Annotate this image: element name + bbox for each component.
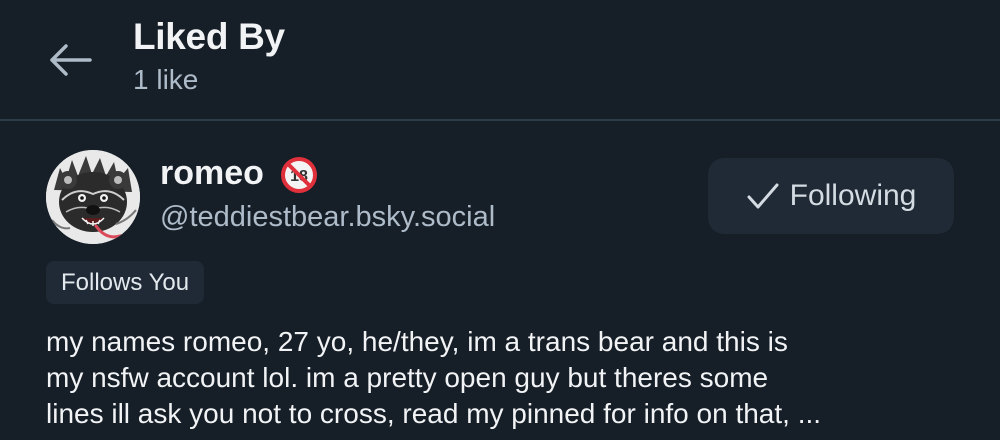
profile-bio: my names romeo, 27 yo, he/they, im a tra… bbox=[46, 324, 966, 432]
bio-line: my nsfw account lol. im a pretty open gu… bbox=[46, 362, 769, 393]
check-icon bbox=[747, 183, 779, 209]
follows-you-badge: Follows You bbox=[46, 261, 205, 304]
header: Liked By 1 like bbox=[0, 0, 1000, 120]
arrow-left-icon bbox=[50, 44, 92, 76]
display-name[interactable]: romeo bbox=[160, 154, 264, 193]
bio-line: my names romeo, 27 yo, he/they, im a tra… bbox=[46, 326, 788, 357]
user-handle[interactable]: @teddiestbear.bsky.social bbox=[160, 201, 495, 234]
header-divider bbox=[0, 119, 1000, 121]
bio-line: lines ill ask you not to cross, read my … bbox=[46, 398, 822, 429]
following-button-label: Following bbox=[789, 179, 917, 212]
18-plus-icon: 18 bbox=[281, 157, 317, 193]
avatar[interactable] bbox=[46, 150, 140, 244]
liked-by-screen: Liked By 1 like romeo 18 bbox=[0, 0, 1000, 440]
bear-illustration-icon bbox=[46, 150, 140, 244]
following-button[interactable]: Following bbox=[708, 158, 954, 234]
back-button[interactable] bbox=[38, 34, 102, 86]
like-count: 1 like bbox=[133, 64, 199, 95]
page-title: Liked By bbox=[133, 16, 285, 57]
